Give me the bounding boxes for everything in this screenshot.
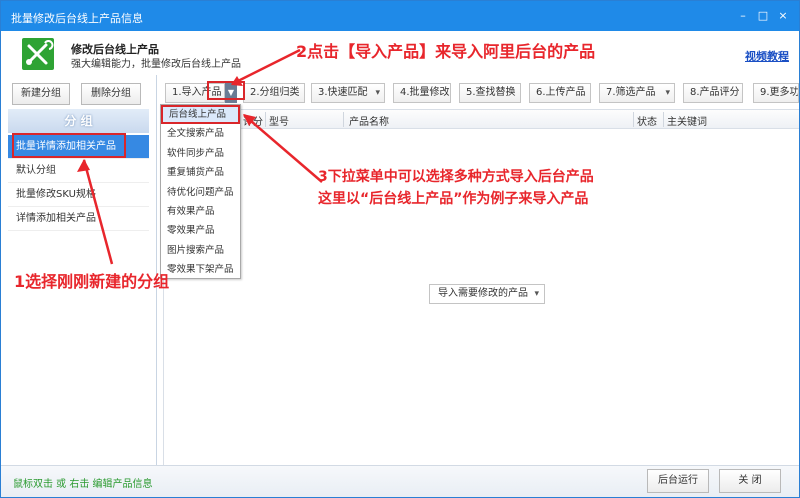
menu-item-effective[interactable]: 有效果产品 [161,202,240,221]
group-header: 分 组 [8,109,149,133]
import-dropdown-menu: 后台线上产品 全文搜索产品 软件同步产品 重复铺货产品 待优化问题产品 有效果产… [160,104,241,279]
window-title: 批量修改后台线上产品信息 [11,12,143,25]
menu-item-image-search[interactable]: 图片搜索产品 [161,241,240,260]
run-background-button[interactable]: 后台运行 [647,469,709,493]
col-divider [633,112,634,127]
close-button[interactable]: 关 闭 [719,469,781,493]
upload-products-button[interactable]: 6.上传产品 [529,83,591,103]
product-table-header: 评分 型号 产品名称 状态 主关键词 [163,109,799,129]
menu-item-online-products[interactable]: 后台线上产品 [161,105,240,125]
quick-match-button[interactable]: 3.快速匹配 [311,83,385,103]
status-bar: 鼠标双击 或 右击 编辑产品信息 后台运行 关 闭 [1,465,799,497]
toolbar: 1.导入产品 ▼ 2.分组归类 3.快速匹配 4.批量修改 5.查找替换 6.上… [157,75,799,109]
col-status[interactable]: 状态 [637,113,657,128]
minimize-icon[interactable]: – [735,8,751,24]
batch-edit-button[interactable]: 4.批量修改 [393,83,451,103]
new-group-button[interactable]: 新建分组 [12,83,70,105]
import-select[interactable]: 导入需要修改的产品 [429,284,545,304]
highlight-box-group [12,133,126,158]
more-functions-button[interactable]: 9.更多功能 [753,83,799,103]
status-hint: 鼠标双击 或 右击 编辑产品信息 [13,479,153,490]
group-item-sku[interactable]: 批量修改SKU规格 [8,183,149,207]
col-divider [265,112,266,127]
annotation-step3-line2: 这里以“后台线上产品”作为例子来导入产品 [318,191,589,207]
product-score-button[interactable]: 8.产品评分 [683,83,743,103]
menu-item-duplicate[interactable]: 重复铺货产品 [161,163,240,182]
menu-item-zero-effect-delisted[interactable]: 零效果下架产品 [161,260,240,279]
tools-logo-icon [22,38,54,70]
menu-item-zero-effect[interactable]: 零效果产品 [161,221,240,240]
col-model[interactable]: 型号 [269,113,289,128]
group-item-details[interactable]: 详情添加相关产品 [8,207,149,231]
col-main-keyword[interactable]: 主关键词 [667,113,707,128]
filter-products-button[interactable]: 7.筛选产品 [599,83,675,103]
app-window: 批量修改后台线上产品信息 – □ × 修改后台线上产品 强大编辑能力，批量修改后… [0,0,800,498]
annotation-step3-line1: 3下拉菜单中可以选择多种方式导入后台产品 [318,169,594,185]
maximize-icon[interactable]: □ [755,8,771,24]
group-classify-button[interactable]: 2.分组归类 [243,83,305,103]
col-score[interactable]: 评分 [243,113,263,128]
video-tutorial-link[interactable]: 视频教程 [745,48,789,64]
col-divider [343,112,344,127]
col-product-name[interactable]: 产品名称 [349,113,389,128]
menu-item-to-optimize[interactable]: 待优化问题产品 [161,183,240,202]
annotation-step2: 2点击【导入产品】来导入阿里后台的产品 [296,42,596,61]
group-item-default[interactable]: 默认分组 [8,159,149,183]
header-subtitle: 强大编辑能力，批量修改后台线上产品 [71,59,241,70]
title-bar: 批量修改后台线上产品信息 – □ × [1,1,799,31]
menu-item-fulltext-search[interactable]: 全文搜索产品 [161,124,240,143]
find-replace-button[interactable]: 5.查找替换 [459,83,521,103]
main-content: 1.导入产品 ▼ 2.分组归类 3.快速匹配 4.批量修改 5.查找替换 6.上… [157,75,799,465]
close-icon[interactable]: × [775,8,791,24]
delete-group-button[interactable]: 删除分组 [81,83,141,105]
annotation-step1: 1选择刚刚新建的分组 [14,272,170,291]
highlight-box-import-arrow [207,81,245,100]
col-divider [663,112,664,127]
menu-item-software-sync[interactable]: 软件同步产品 [161,144,240,163]
